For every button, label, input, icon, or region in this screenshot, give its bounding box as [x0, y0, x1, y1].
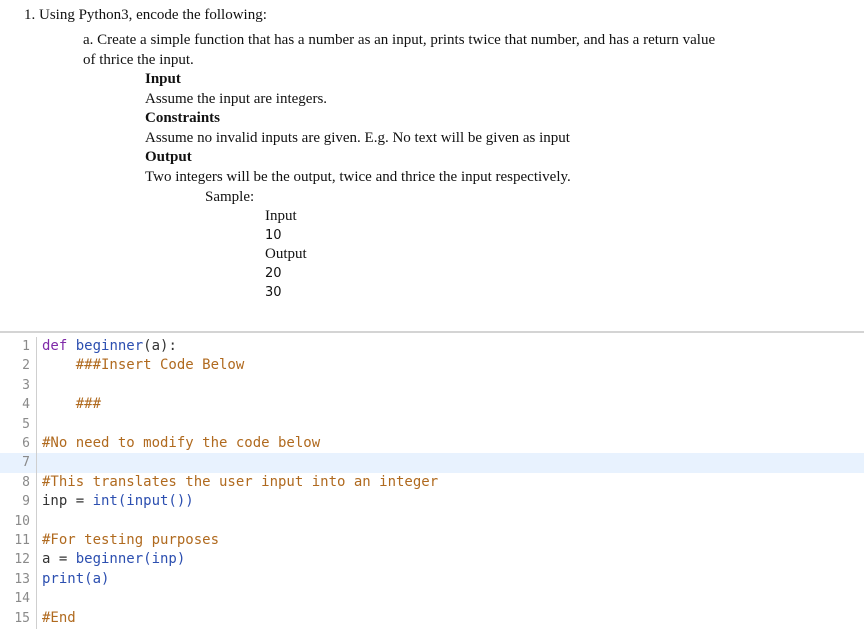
line-number: 9 — [22, 494, 30, 510]
line-number: 10 — [14, 513, 30, 529]
line-number: 1 — [22, 339, 30, 354]
line-number: 6 — [22, 436, 30, 451]
line-number: 7 — [22, 455, 30, 471]
code-comment: #For testing purposes — [42, 532, 220, 548]
code-text: (a): — [143, 338, 177, 354]
sample-label: Sample: — [205, 189, 255, 205]
code-row[interactable]: 12 a = beginner(inp) — [0, 550, 864, 569]
code-function-name: beginner — [75, 338, 144, 354]
code-text: a = — [42, 551, 76, 568]
code-row[interactable]: 11 #For testing purposes — [0, 531, 864, 550]
code-row[interactable]: 3 — [0, 376, 864, 395]
line-number: 5 — [22, 416, 30, 432]
code-function-call: beginner(inp) — [75, 551, 186, 568]
code-comment: #End — [42, 609, 76, 626]
constraints-text: Assume no invalid inputs are given. E.g.… — [145, 130, 570, 146]
sample-output-value-2: 30 — [265, 285, 282, 300]
output-text: Two integers will be the output, twice a… — [145, 169, 571, 185]
line-number: 2 — [22, 358, 30, 374]
gutter-divider — [36, 337, 37, 629]
code-keyword: def — [42, 338, 68, 354]
code-row[interactable]: 14 — [0, 589, 864, 608]
code-comment: #This translates the user input into an … — [42, 473, 439, 490]
task-description-cont: of thrice the input. — [83, 52, 194, 68]
input-heading: Input — [145, 71, 181, 87]
code-function-call: print(a) — [42, 570, 110, 587]
line-number: 8 — [22, 474, 30, 490]
code-row[interactable]: 2 ###Insert Code Below — [0, 356, 864, 375]
line-number: 11 — [14, 533, 30, 548]
code-row[interactable]: 15 #End — [0, 609, 864, 628]
input-text: Assume the input are integers. — [145, 91, 328, 107]
output-heading: Output — [145, 149, 192, 165]
code-row[interactable]: 13 print(a) — [0, 570, 864, 589]
code-comment: ### — [75, 396, 102, 413]
constraints-heading: Constraints — [145, 110, 221, 126]
task-description: a. Create a simple function that has a n… — [83, 32, 716, 48]
code-editor[interactable]: 1 def beginner(a): 2 ###Insert Code Belo… — [0, 337, 864, 629]
code-row[interactable]: 1 def beginner(a): — [0, 337, 864, 356]
line-number: 13 — [14, 571, 30, 587]
code-row-active[interactable]: 7 — [0, 453, 864, 473]
line-number: 12 — [14, 552, 30, 568]
code-row[interactable]: 8 #This translates the user input into a… — [0, 473, 864, 492]
code-row[interactable]: 9 inp = int(input()) — [0, 492, 864, 511]
line-number: 4 — [22, 397, 30, 413]
sample-output-value-1: 20 — [265, 266, 282, 281]
line-number: 3 — [22, 377, 30, 393]
code-row[interactable]: 4 ### — [0, 395, 864, 414]
code-comment: ###Insert Code Below — [75, 357, 245, 374]
code-row[interactable]: 6 #No need to modify the code below — [0, 434, 864, 453]
sample-input-value: 10 — [265, 228, 282, 243]
code-text: inp = — [42, 493, 93, 510]
line-number: 14 — [14, 591, 30, 607]
code-row[interactable]: 5 — [0, 415, 864, 434]
sample-output-label: Output — [265, 246, 307, 262]
question-title: 1. Using Python3, encode the following: — [24, 7, 267, 23]
divider — [0, 331, 864, 333]
problem-statement: 1. Using Python3, encode the following: … — [0, 0, 864, 330]
code-comment: #No need to modify the code below — [42, 435, 321, 451]
sample-input-label: Input — [265, 208, 297, 224]
line-number: 15 — [14, 610, 30, 626]
code-row[interactable]: 10 — [0, 512, 864, 531]
code-function-call: int(input()) — [92, 493, 194, 510]
